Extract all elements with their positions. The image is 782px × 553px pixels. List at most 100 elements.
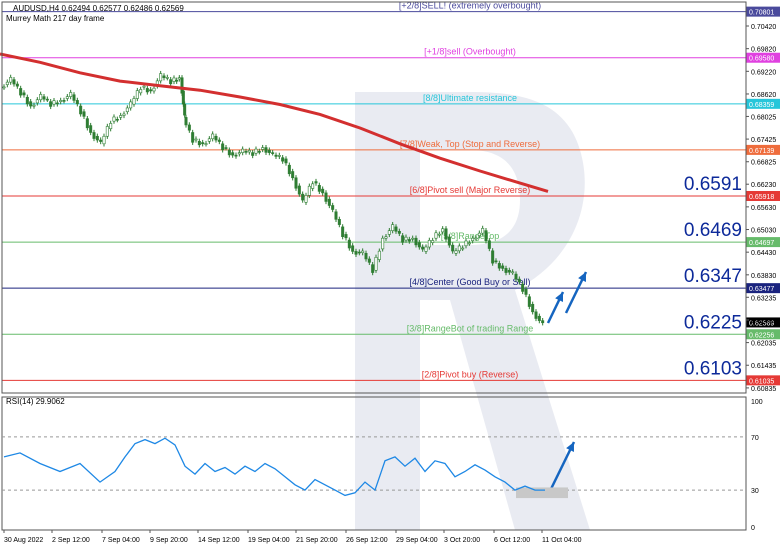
price-tick-label: 0.70420	[751, 24, 776, 31]
candle-body	[541, 320, 545, 324]
candle-body	[374, 257, 378, 271]
candle-body	[371, 264, 375, 273]
candle-body	[357, 251, 361, 254]
candle-body	[132, 98, 136, 105]
candle-body	[165, 77, 169, 79]
candle-body	[307, 185, 311, 196]
candle-body	[331, 205, 335, 210]
candle-body	[62, 100, 66, 102]
murrey-price-value: 0.67139	[749, 148, 774, 155]
candle-body	[321, 188, 325, 194]
time-tick-label: 3 Oct 20:00	[444, 537, 480, 544]
candle-body	[204, 143, 208, 145]
price-tick-label: 0.63235	[751, 295, 776, 302]
candle-body	[99, 139, 103, 142]
candle-body	[367, 258, 371, 263]
candle-body	[152, 87, 156, 92]
candle-body	[287, 164, 291, 175]
candle-body	[135, 90, 139, 99]
murrey-level-label: [2/8]Pivot buy (Reverse)	[422, 369, 519, 379]
candle-body	[364, 253, 368, 260]
candle-body	[441, 228, 445, 233]
rsi-line	[3, 437, 545, 497]
candle-body	[361, 250, 365, 253]
candle-body	[354, 251, 358, 255]
murrey-price-value: 0.63477	[749, 286, 774, 293]
candle-body	[89, 125, 93, 133]
candle-body	[461, 247, 465, 250]
candle-body	[317, 185, 321, 192]
candle-body	[504, 268, 508, 273]
candle-body	[537, 315, 541, 321]
candle-body	[39, 94, 43, 101]
candle-body	[534, 311, 538, 319]
candle-body	[284, 158, 288, 164]
candle-body	[514, 273, 518, 280]
candle-body	[424, 246, 428, 252]
price-tick-label: 0.62635	[751, 318, 776, 325]
price-tick-label: 0.62035	[751, 341, 776, 348]
murrey-price-value: 0.62256	[749, 332, 774, 339]
price-tick-label: 0.66825	[751, 160, 776, 167]
murrey-level-label: [3/8]RangeBot of trading Range	[407, 323, 534, 333]
big-price-label: 0.6225	[684, 312, 742, 333]
candle-body	[72, 94, 76, 101]
candle-body	[25, 96, 29, 105]
candle-body	[5, 81, 9, 85]
candle-body	[92, 132, 96, 139]
candle-body	[484, 230, 488, 242]
candle-body	[237, 152, 241, 155]
candle-body	[447, 236, 451, 246]
candle-body	[347, 239, 351, 249]
price-tick-label: 0.65030	[751, 228, 776, 235]
rsi-level-label: 70	[751, 435, 759, 442]
candle-body	[15, 83, 19, 87]
candle-body	[2, 86, 6, 89]
candle-body	[85, 118, 89, 129]
candle-body	[79, 105, 83, 115]
candle-body	[324, 192, 328, 202]
candle-body	[197, 140, 201, 146]
candle-body	[49, 101, 53, 107]
time-tick-label: 9 Sep 20:00	[150, 537, 188, 544]
candle-body	[162, 75, 166, 79]
price-tick-label: 0.63830	[751, 273, 776, 280]
time-tick-label: 19 Sep 04:00	[248, 537, 290, 544]
price-tick-label: 0.69220	[751, 69, 776, 76]
candle-body	[139, 89, 143, 94]
price-tick-label: 0.68025	[751, 114, 776, 121]
candle-body	[52, 100, 56, 105]
candle-body	[377, 250, 381, 260]
candle-body	[381, 237, 385, 250]
candle-body	[95, 135, 99, 141]
candle-body	[294, 177, 298, 189]
candle-body	[55, 102, 59, 105]
candle-body	[497, 263, 501, 269]
candle-body	[477, 232, 481, 236]
time-tick-label: 29 Sep 04:00	[396, 537, 438, 544]
candle-body	[451, 244, 455, 252]
candle-body	[301, 193, 305, 201]
candle-body	[112, 116, 116, 122]
candle-body	[501, 265, 505, 269]
candle-body	[277, 155, 281, 157]
candle-body	[9, 77, 13, 83]
candle-body	[454, 250, 458, 254]
candle-body	[241, 148, 245, 153]
candle-body	[297, 185, 301, 195]
candle-body	[384, 236, 388, 239]
murrey-level-label: [7/8]Weak, Top (Stop and Reverse)	[400, 139, 540, 149]
candle-body	[471, 237, 475, 242]
candle-body	[159, 73, 163, 82]
candle-body	[19, 88, 23, 96]
candle-body	[351, 245, 355, 252]
candle-body	[175, 79, 179, 82]
chart-svg: [+2/8]SELL! (extremely overbought)0.7080…	[0, 1, 780, 544]
candle-body	[337, 219, 341, 225]
candle-body	[69, 92, 73, 97]
candle-body	[394, 226, 398, 232]
candle-body	[391, 224, 395, 231]
chart-root: [+2/8]SELL! (extremely overbought) 0.7080…	[0, 0, 782, 548]
candle-body	[281, 157, 285, 162]
candle-body	[387, 230, 391, 235]
